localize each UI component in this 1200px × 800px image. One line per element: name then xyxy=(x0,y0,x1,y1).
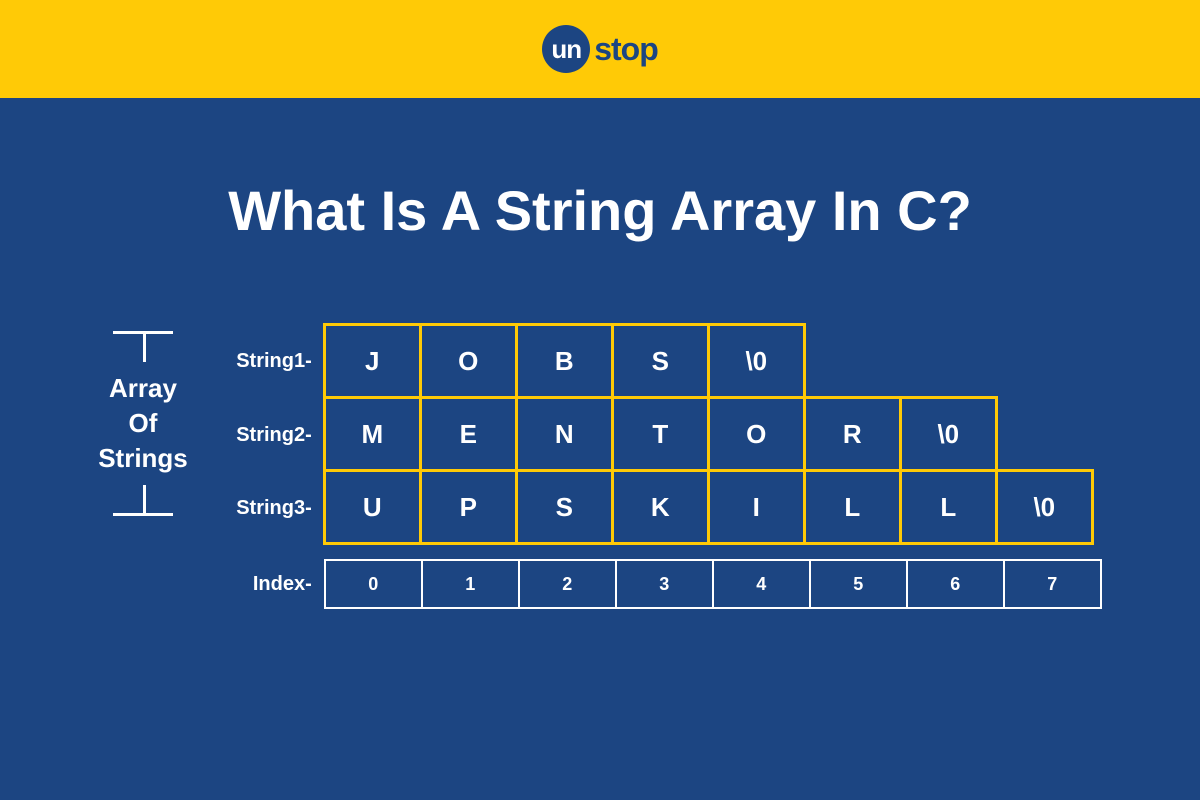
index-cell: 2 xyxy=(518,559,617,609)
char-cell: U xyxy=(323,469,422,545)
char-cell: O xyxy=(419,323,518,399)
string-array-diagram: Array Of Strings String1- J O B S \0 Str… xyxy=(0,323,1200,609)
string-row-2: String2- M E N T O R \0 xyxy=(206,399,1102,472)
char-cell: L xyxy=(899,469,998,545)
row-label-1: String1- xyxy=(206,350,326,373)
index-row: Index- 0 1 2 3 4 5 6 7 xyxy=(206,559,1102,609)
char-cell: B xyxy=(515,323,614,399)
header-bar: un stop xyxy=(0,0,1200,98)
char-cell: E xyxy=(419,396,518,472)
char-cell: I xyxy=(707,469,806,545)
index-cell: 6 xyxy=(906,559,1005,609)
index-cell: 7 xyxy=(1003,559,1102,609)
logo: un stop xyxy=(542,25,658,73)
char-cell: S xyxy=(611,323,710,399)
bracket-bottom-icon xyxy=(113,488,173,516)
char-cell: N xyxy=(515,396,614,472)
logo-text: stop xyxy=(594,31,658,68)
char-cell: K xyxy=(611,469,710,545)
row-label-3: String3- xyxy=(206,497,326,520)
bracket-word-3: Strings xyxy=(98,441,188,476)
index-cell: 5 xyxy=(809,559,908,609)
index-cell: 4 xyxy=(712,559,811,609)
index-cell: 1 xyxy=(421,559,520,609)
array-bracket-label: Array Of Strings xyxy=(98,331,188,516)
char-cell: \0 xyxy=(707,323,806,399)
string-row-1: String1- J O B S \0 xyxy=(206,323,1102,399)
page-title: What Is A String Array In C? xyxy=(0,178,1200,243)
char-cell: R xyxy=(803,396,902,472)
char-cell: P xyxy=(419,469,518,545)
rows-column: String1- J O B S \0 String2- M E N T O R… xyxy=(206,323,1102,609)
char-cell: O xyxy=(707,396,806,472)
char-cell: \0 xyxy=(899,396,998,472)
index-label: Index- xyxy=(206,573,326,596)
logo-circle: un xyxy=(542,25,590,73)
index-cell: 0 xyxy=(324,559,423,609)
char-cell: T xyxy=(611,396,710,472)
char-cell: \0 xyxy=(995,469,1094,545)
string-row-3: String3- U P S K I L L \0 xyxy=(206,472,1102,545)
char-cell: M xyxy=(323,396,422,472)
bracket-top-icon xyxy=(113,331,173,359)
char-cell: J xyxy=(323,323,422,399)
row-label-2: String2- xyxy=(206,424,326,447)
char-cell: L xyxy=(803,469,902,545)
bracket-word-2: Of xyxy=(98,406,188,441)
index-cell: 3 xyxy=(615,559,714,609)
char-cell: S xyxy=(515,469,614,545)
bracket-word-1: Array xyxy=(98,371,188,406)
